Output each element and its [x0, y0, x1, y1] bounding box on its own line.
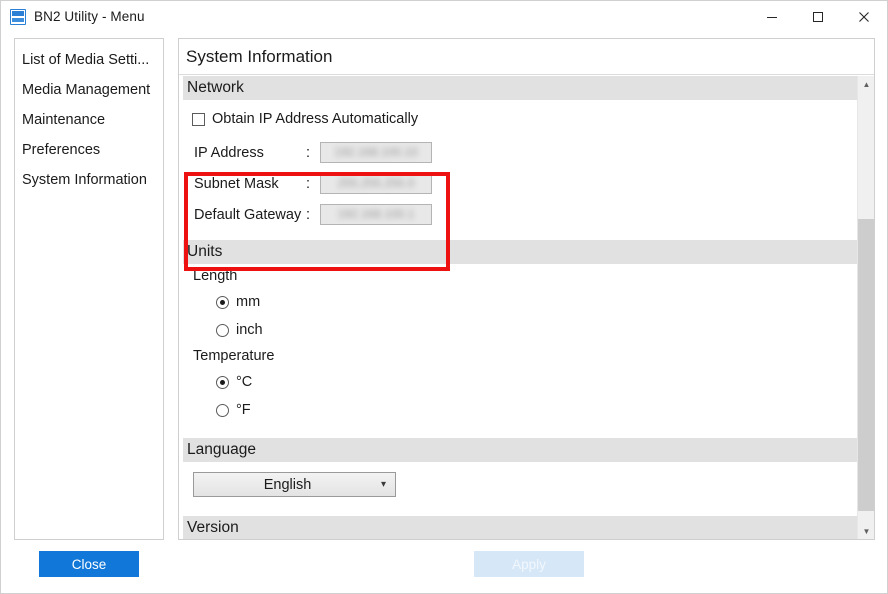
subnet-mask-value: 255.255.255.0	[321, 176, 431, 190]
sidebar-item-list-of-media-settings[interactable]: List of Media Setti...	[15, 45, 163, 75]
subnet-mask-row: Subnet Mask : 255.255.255.0	[194, 168, 858, 199]
obtain-ip-automatically-label: Obtain IP Address Automatically	[212, 111, 418, 127]
sidebar: List of Media Setti... Media Management …	[14, 38, 164, 540]
application-window: BN2 Utility - Menu List of Media Setti..…	[0, 0, 888, 594]
subnet-mask-label: Subnet Mask	[194, 176, 306, 192]
sidebar-item-label: System Information	[22, 172, 147, 188]
length-option-mm-label: mm	[236, 294, 260, 310]
language-selected-value: English	[194, 477, 395, 493]
length-option-inch-row[interactable]: inch	[183, 316, 858, 344]
length-group-label: Length	[183, 264, 858, 288]
temperature-group-label: Temperature	[183, 344, 858, 368]
default-gateway-separator: :	[306, 207, 320, 223]
ip-address-label: IP Address	[194, 145, 306, 161]
language-select[interactable]: English ▾	[193, 472, 396, 497]
close-button[interactable]: Close	[39, 551, 139, 577]
default-gateway-input[interactable]: 192.168.100.1	[320, 204, 432, 225]
length-option-mm-radio[interactable]	[216, 296, 229, 309]
minimize-icon[interactable]	[749, 1, 795, 32]
default-gateway-label: Default Gateway	[194, 207, 306, 223]
ip-address-row: IP Address : 192.168.100.10	[194, 137, 858, 168]
section-header-version: Version	[183, 516, 858, 540]
ip-address-input[interactable]: 192.168.100.10	[320, 142, 432, 163]
network-fields: IP Address : 192.168.100.10 Subnet Mask …	[183, 137, 858, 230]
sidebar-item-label: Media Management	[22, 82, 150, 98]
ip-address-separator: :	[306, 145, 320, 161]
content-panel: System Information Network Obtain IP Add…	[178, 38, 875, 540]
default-gateway-value: 192.168.100.1	[321, 207, 431, 221]
maximize-icon[interactable]	[795, 1, 841, 32]
section-header-language: Language	[183, 438, 858, 462]
temperature-option-celsius-radio[interactable]	[216, 376, 229, 389]
section-header-units: Units	[183, 240, 858, 264]
window-title: BN2 Utility - Menu	[34, 9, 145, 24]
temperature-option-fahrenheit-radio[interactable]	[216, 404, 229, 417]
scrollbar-thumb[interactable]	[858, 219, 875, 511]
temperature-option-fahrenheit-row[interactable]: °F	[183, 396, 858, 424]
page-title: System Information	[179, 39, 874, 75]
sidebar-item-media-management[interactable]: Media Management	[15, 75, 163, 105]
section-header-network: Network	[183, 76, 858, 100]
obtain-ip-automatically-row[interactable]: Obtain IP Address Automatically	[183, 106, 858, 132]
length-option-inch-label: inch	[236, 322, 263, 338]
title-bar: BN2 Utility - Menu	[1, 1, 887, 32]
obtain-ip-automatically-checkbox[interactable]	[192, 113, 205, 126]
apply-button[interactable]: Apply	[474, 551, 584, 577]
close-icon[interactable]	[841, 1, 887, 32]
subnet-mask-separator: :	[306, 176, 320, 192]
scroll-up-icon[interactable]: ▲	[858, 76, 875, 93]
ip-address-value: 192.168.100.10	[321, 145, 431, 159]
language-select-wrap: English ▾	[183, 472, 858, 497]
default-gateway-row: Default Gateway : 192.168.100.1	[194, 199, 858, 230]
subnet-mask-input[interactable]: 255.255.255.0	[320, 173, 432, 194]
chevron-down-icon: ▾	[381, 480, 386, 490]
length-option-mm-row[interactable]: mm	[183, 288, 858, 316]
sidebar-item-preferences[interactable]: Preferences	[15, 135, 163, 165]
vertical-scrollbar[interactable]: ▲ ▼	[857, 76, 874, 540]
temperature-option-fahrenheit-label: °F	[236, 402, 251, 418]
scroll-down-icon[interactable]: ▼	[858, 523, 875, 540]
sidebar-item-label: List of Media Setti...	[22, 52, 149, 68]
sidebar-item-maintenance[interactable]: Maintenance	[15, 105, 163, 135]
window-controls	[749, 1, 887, 32]
sidebar-item-system-information[interactable]: System Information	[15, 165, 163, 195]
temperature-option-celsius-row[interactable]: °C	[183, 368, 858, 396]
bn2-app-icon	[10, 9, 26, 25]
temperature-option-celsius-label: °C	[236, 374, 252, 390]
settings-scroll-area: Network Obtain IP Address Automatically …	[179, 76, 874, 540]
length-option-inch-radio[interactable]	[216, 324, 229, 337]
sidebar-item-label: Maintenance	[22, 112, 105, 128]
sidebar-item-label: Preferences	[22, 142, 100, 158]
